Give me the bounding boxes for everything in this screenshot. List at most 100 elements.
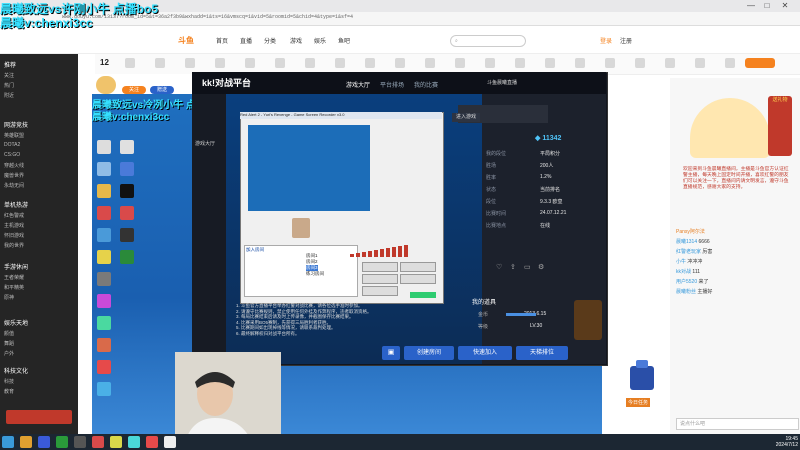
category-icon[interactable]: [485, 58, 495, 68]
chat-user[interactable]: 小牛: [676, 259, 686, 265]
sidebar-section-title[interactable]: 单机热游: [4, 200, 28, 209]
recorder-button[interactable]: [400, 274, 436, 284]
create-room-button[interactable]: 创建房间: [404, 346, 454, 360]
nav-home[interactable]: 首页: [216, 36, 228, 45]
taskbar-app-icon[interactable]: [164, 436, 176, 448]
maximize-button[interactable]: □: [760, 1, 774, 11]
kk-side-label[interactable]: 游戏大厅: [195, 140, 215, 147]
sidebar-item[interactable]: 颜值: [4, 330, 76, 337]
sidebar-item[interactable]: 主机游戏: [4, 222, 76, 229]
sidebar-item[interactable]: 红色警戒: [4, 212, 76, 219]
sidebar-item[interactable]: 关注: [4, 72, 76, 79]
category-icon[interactable]: [155, 58, 165, 68]
category-icon[interactable]: [425, 58, 435, 68]
tab-platform-ranking[interactable]: 平台排场: [380, 80, 404, 89]
taskbar-app-icon[interactable]: [74, 436, 86, 448]
nav-fishbar[interactable]: 鱼吧: [338, 36, 350, 45]
category-icon[interactable]: [395, 58, 405, 68]
search-input[interactable]: ⌕: [450, 35, 526, 47]
nav-category[interactable]: 分类: [264, 36, 276, 45]
tab-my-matches[interactable]: 我的比赛: [414, 80, 438, 89]
taskbar-app-icon[interactable]: [146, 436, 158, 448]
category-icon[interactable]: [665, 58, 675, 68]
sidebar-section-title[interactable]: 科技文化: [4, 366, 28, 375]
vip-gift-badge[interactable]: 送礼物: [768, 96, 792, 156]
site-logo[interactable]: 斗鱼: [178, 35, 194, 46]
sidebar-item[interactable]: 我的世界: [4, 242, 76, 249]
chat-input[interactable]: 说点什么吧: [676, 418, 799, 430]
category-icon[interactable]: [575, 58, 585, 68]
category-icon[interactable]: [635, 58, 645, 68]
category-icon[interactable]: [125, 58, 135, 68]
recorder-button[interactable]: [362, 286, 398, 296]
category-icon[interactable]: [275, 58, 285, 68]
sidebar-item[interactable]: 原神: [4, 294, 76, 301]
category-icon[interactable]: [515, 58, 525, 68]
room-list-item[interactable]: 加入房间: [246, 247, 264, 253]
sidebar-item[interactable]: 穿越火线: [4, 162, 76, 169]
sidebar-item[interactable]: DOTA2: [4, 142, 76, 148]
nav-live[interactable]: 直播: [240, 36, 252, 45]
sidebar-item[interactable]: 魔兽世界: [4, 172, 76, 179]
sidebar-item[interactable]: 怀旧游戏: [4, 232, 76, 239]
nav-entertainment[interactable]: 娱乐: [314, 36, 326, 45]
chat-user[interactable]: Pansy阿尔法: [676, 229, 705, 235]
system-clock[interactable]: 19:45 2024/7/12: [760, 436, 798, 448]
sidebar-item[interactable]: 永劫无间: [4, 182, 76, 189]
recorder-button[interactable]: [400, 262, 436, 272]
quick-join-button[interactable]: 快速加入: [458, 346, 512, 360]
taskbar-app-icon[interactable]: [20, 436, 32, 448]
category-icon[interactable]: [725, 58, 735, 68]
tab-game-hall[interactable]: 游戏大厅: [346, 80, 370, 89]
follow-button[interactable]: 关注: [122, 86, 146, 94]
category-icon[interactable]: [605, 58, 615, 68]
sidebar-item[interactable]: 热门: [4, 82, 76, 89]
download-app-button[interactable]: [745, 58, 775, 68]
room-list-item[interactable]: 练习房间: [306, 271, 324, 277]
chat-icon[interactable]: ▭: [524, 263, 531, 271]
chat-user[interactable]: 晨曦粉丝: [676, 289, 696, 295]
category-icon[interactable]: [335, 58, 345, 68]
gift-button[interactable]: 赠送: [150, 86, 174, 94]
taskbar-app-icon[interactable]: [92, 436, 104, 448]
daily-task-label[interactable]: 今日任务: [626, 398, 651, 407]
streamer-avatar[interactable]: [96, 76, 116, 94]
category-icon[interactable]: [455, 58, 465, 68]
sidebar-item[interactable]: 英雄联盟: [4, 132, 76, 139]
share-icon[interactable]: ⇪: [510, 263, 516, 271]
chat-user[interactable]: 红警老玩家: [676, 249, 701, 255]
settings-icon[interactable]: ⚙: [538, 263, 544, 271]
register-button[interactable]: 注册: [620, 36, 632, 45]
nav-games[interactable]: 游戏: [290, 36, 302, 45]
enter-game-button[interactable]: 进入游戏: [452, 113, 480, 122]
chat-user[interactable]: kk对战: [676, 269, 691, 275]
category-icon[interactable]: [215, 58, 225, 68]
category-icon[interactable]: [695, 58, 705, 68]
sidebar-item[interactable]: 和平精英: [4, 284, 76, 291]
sidebar-section-title[interactable]: 推荐: [4, 60, 16, 69]
sidebar-section-title[interactable]: 网游竞技: [4, 120, 28, 129]
start-button-icon[interactable]: [2, 436, 14, 448]
close-button[interactable]: ✕: [778, 1, 792, 11]
heart-icon[interactable]: ♡: [496, 263, 502, 271]
recorder-button[interactable]: [362, 262, 398, 272]
sidebar-item[interactable]: 附近: [4, 92, 76, 99]
category-icon[interactable]: [365, 58, 375, 68]
sidebar-section-title[interactable]: 手游休闲: [4, 262, 28, 271]
sidebar-item[interactable]: CS:GO: [4, 152, 76, 158]
category-icon[interactable]: [185, 58, 195, 68]
taskbar-app-icon[interactable]: [110, 436, 122, 448]
chat-user[interactable]: 晨曦1314: [676, 239, 697, 245]
category-icon[interactable]: [545, 58, 555, 68]
chat-user[interactable]: 用户5520: [676, 279, 697, 285]
kk-username[interactable]: 斗鱼晨曦直播: [487, 79, 517, 86]
recorder-button[interactable]: [362, 274, 398, 284]
minimize-button[interactable]: —: [744, 1, 758, 11]
taskbar-app-icon[interactable]: [128, 436, 140, 448]
login-button[interactable]: 登录: [600, 36, 612, 45]
sidebar-promo-banner[interactable]: [6, 410, 72, 424]
sidebar-item[interactable]: 王者荣耀: [4, 274, 76, 281]
sidebar-section-title[interactable]: 娱乐天地: [4, 318, 28, 327]
save-icon[interactable]: ▣: [382, 346, 400, 360]
taskbar-app-icon[interactable]: [56, 436, 68, 448]
